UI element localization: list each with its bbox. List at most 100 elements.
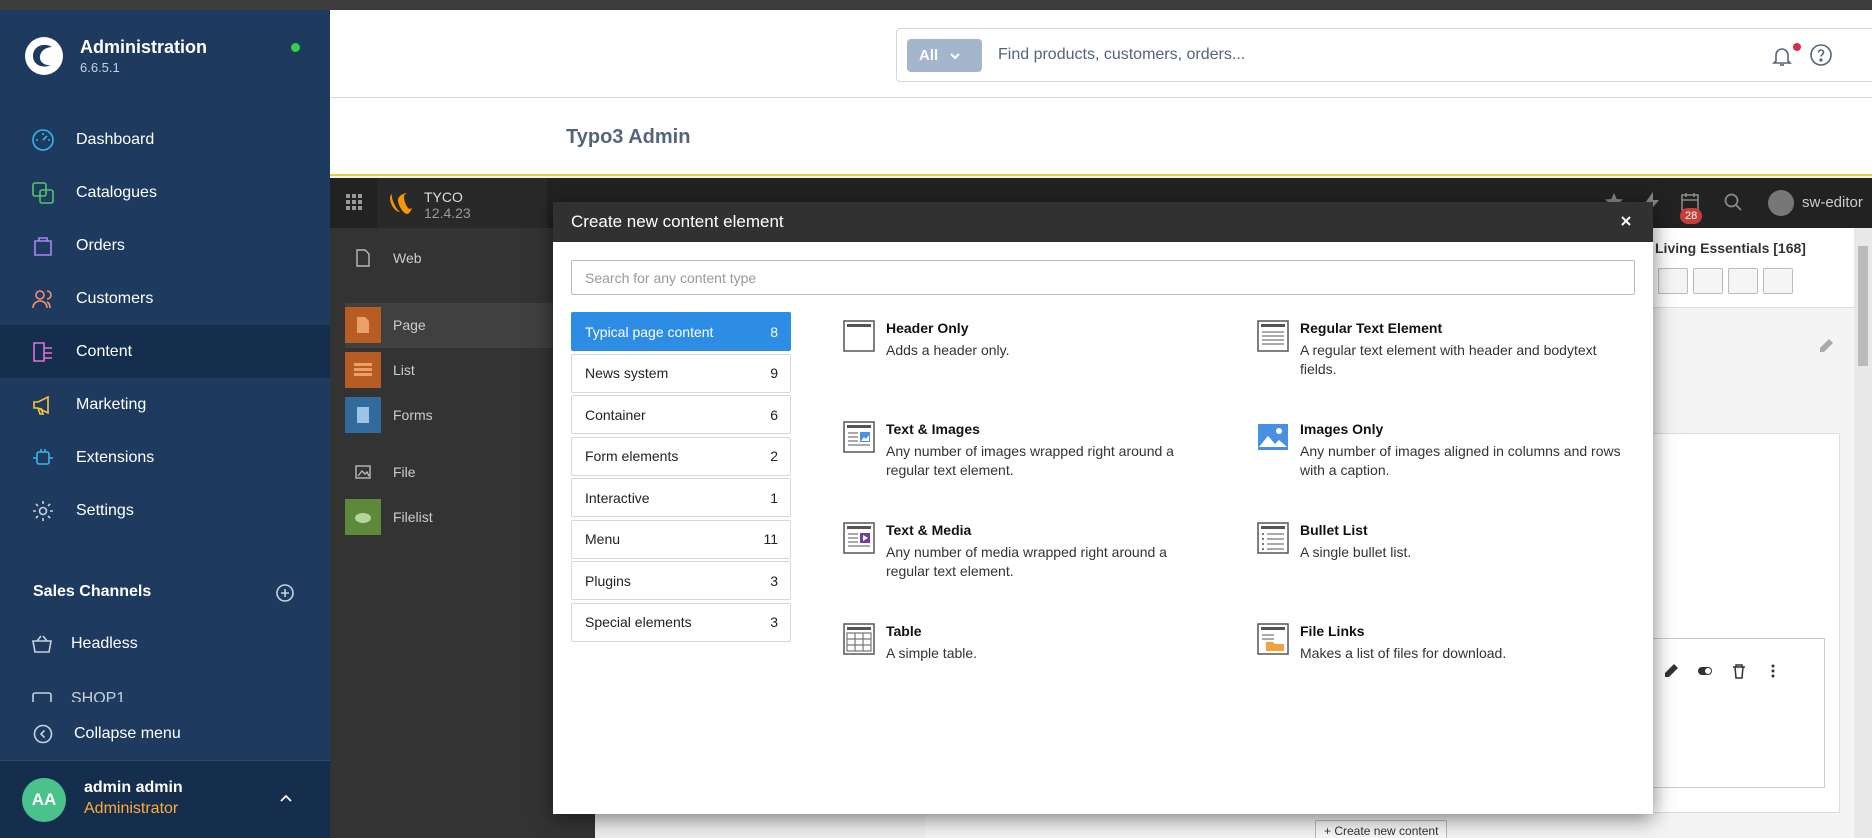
nav-item-marketing[interactable]: Marketing [0,378,330,431]
category-menu[interactable]: Menu 11 [571,519,791,559]
element-title: Bullet List [1300,522,1368,538]
chevron-left-circle-icon [33,724,53,744]
element-desc: Any number of images wrapped right aroun… [886,443,1174,478]
category-container[interactable]: Container 6 [571,395,791,434]
module-label: File [393,464,416,480]
create-content-modal: Create new content element Typical page … [553,202,1653,814]
element-images-only[interactable]: Images Only Any number of images aligned… [1257,421,1627,480]
window-top-strip [0,0,1872,10]
category-special-elements[interactable]: Special elements 3 [571,602,791,642]
shopping-bag-icon [34,236,52,256]
help-icon[interactable] [1809,43,1833,67]
search-icon[interactable] [1724,193,1742,211]
content-element-actions [1663,663,1781,679]
storefront-icon [32,692,52,702]
toggle-visibility-icon[interactable] [1697,663,1713,679]
module-page[interactable]: Page [345,307,426,343]
element-desc: Makes a list of files for download. [1300,645,1507,661]
close-icon[interactable] [1619,214,1633,228]
sales-channel-label: Headless [71,635,138,652]
edit-icon[interactable] [1663,663,1679,679]
nav-item-dashboard[interactable]: Dashboard [0,113,330,166]
doc-header-buttons [1658,268,1798,294]
category-count: 11 [763,531,778,547]
category-interactive[interactable]: Interactive 1 [571,478,791,517]
delete-icon[interactable] [1731,663,1747,679]
scrollbar[interactable] [1854,228,1872,838]
category-plugins[interactable]: Plugins 3 [571,561,791,600]
module-web[interactable]: Web [345,240,422,276]
nav-item-orders[interactable]: Orders [0,219,330,272]
element-title: Images Only [1300,421,1384,437]
search-input[interactable] [998,38,1872,72]
sales-channel-headless[interactable]: Headless [31,633,138,655]
collapse-menu-label: Collapse menu [74,725,181,742]
nav-item-settings[interactable]: Settings [0,484,330,537]
typo3-username[interactable]: sw-editor [1802,194,1863,211]
brand[interactable]: Administration 6.6.5.1 [24,36,207,76]
nav-item-customers[interactable]: Customers [0,272,330,325]
category-label: Container [585,406,646,423]
sales-channel-label: SHOP1 [71,690,126,702]
nav-label: Customers [76,289,154,307]
search-scope-select[interactable]: All [907,39,982,72]
category-form-elements[interactable]: Form elements 2 [571,436,791,476]
global-search: All [896,28,1872,82]
products-icon [32,181,54,204]
user-avatar-icon[interactable] [1768,190,1794,216]
header-only-icon [843,320,875,352]
pencil-icon[interactable] [1818,338,1834,354]
element-file-links[interactable]: File Links Makes a list of files for dow… [1257,623,1627,663]
collapse-menu-button[interactable]: Collapse menu [33,724,181,744]
element-text-images[interactable]: Text & Images Any number of images wrapp… [843,421,1213,480]
clear-cache-button[interactable] [1658,268,1688,294]
category-count: 3 [770,572,778,589]
module-filelist[interactable]: Filelist [345,499,433,535]
app-version: 6.6.5.1 [80,60,120,75]
chevron-up-icon[interactable] [278,791,294,807]
category-count: 6 [770,406,778,423]
bookmark-button[interactable] [1728,268,1758,294]
bell-icon[interactable] [1770,44,1794,68]
scrollbar-thumb[interactable] [1858,246,1868,366]
category-typical-page-content[interactable]: Typical page content 8 [571,312,791,351]
module-forms[interactable]: Forms [345,397,433,433]
filelist-icon [345,499,381,535]
module-file[interactable]: File [345,454,416,490]
app-grid-icon[interactable] [345,193,363,211]
category-label: Interactive [585,489,650,506]
file-links-icon [1257,623,1289,655]
nav-item-extensions[interactable]: Extensions [0,431,330,484]
share-button[interactable] [1763,268,1793,294]
nav-item-content[interactable]: Content [0,325,330,378]
element-header-only[interactable]: Header Only Adds a header only. [843,320,1213,360]
element-table[interactable]: Table A simple table. [843,623,1213,663]
element-bullet-list[interactable]: Bullet List A single bullet list. [1257,522,1627,562]
category-label: Plugins [585,572,631,589]
create-new-content-button[interactable]: + Create new content [1315,820,1448,838]
text-images-icon [843,421,875,453]
user-menu[interactable]: AA admin admin Administrator [0,761,330,838]
more-options-icon[interactable] [1765,663,1781,679]
sales-channel-shop1[interactable]: SHOP1 [31,690,125,702]
element-title: Regular Text Element [1300,320,1443,336]
modal-title: Create new content element [571,212,784,231]
basket-icon [32,635,52,653]
content-type-search-input[interactable] [571,260,1635,295]
online-status-dot [291,43,300,52]
web-icon [345,240,381,276]
element-regular-text[interactable]: Regular Text Element A regular text elem… [1257,320,1627,379]
element-title: File Links [1300,623,1365,639]
module-label: Forms [393,407,433,423]
module-list[interactable]: List [345,352,415,388]
element-desc: Adds a header only. [886,342,1010,358]
typo3-site-link[interactable]: TYCO 12.4.23 [377,178,547,228]
element-text-media[interactable]: Text & Media Any number of media wrapped… [843,522,1213,581]
page-icon [345,307,381,343]
nav-item-catalogues[interactable]: Catalogues [0,166,330,219]
category-news-system[interactable]: News system 9 [571,353,791,393]
module-label: Filelist [393,509,433,525]
reload-button[interactable] [1693,268,1723,294]
add-sales-channel-icon[interactable] [276,584,294,602]
gear-icon [33,500,53,521]
